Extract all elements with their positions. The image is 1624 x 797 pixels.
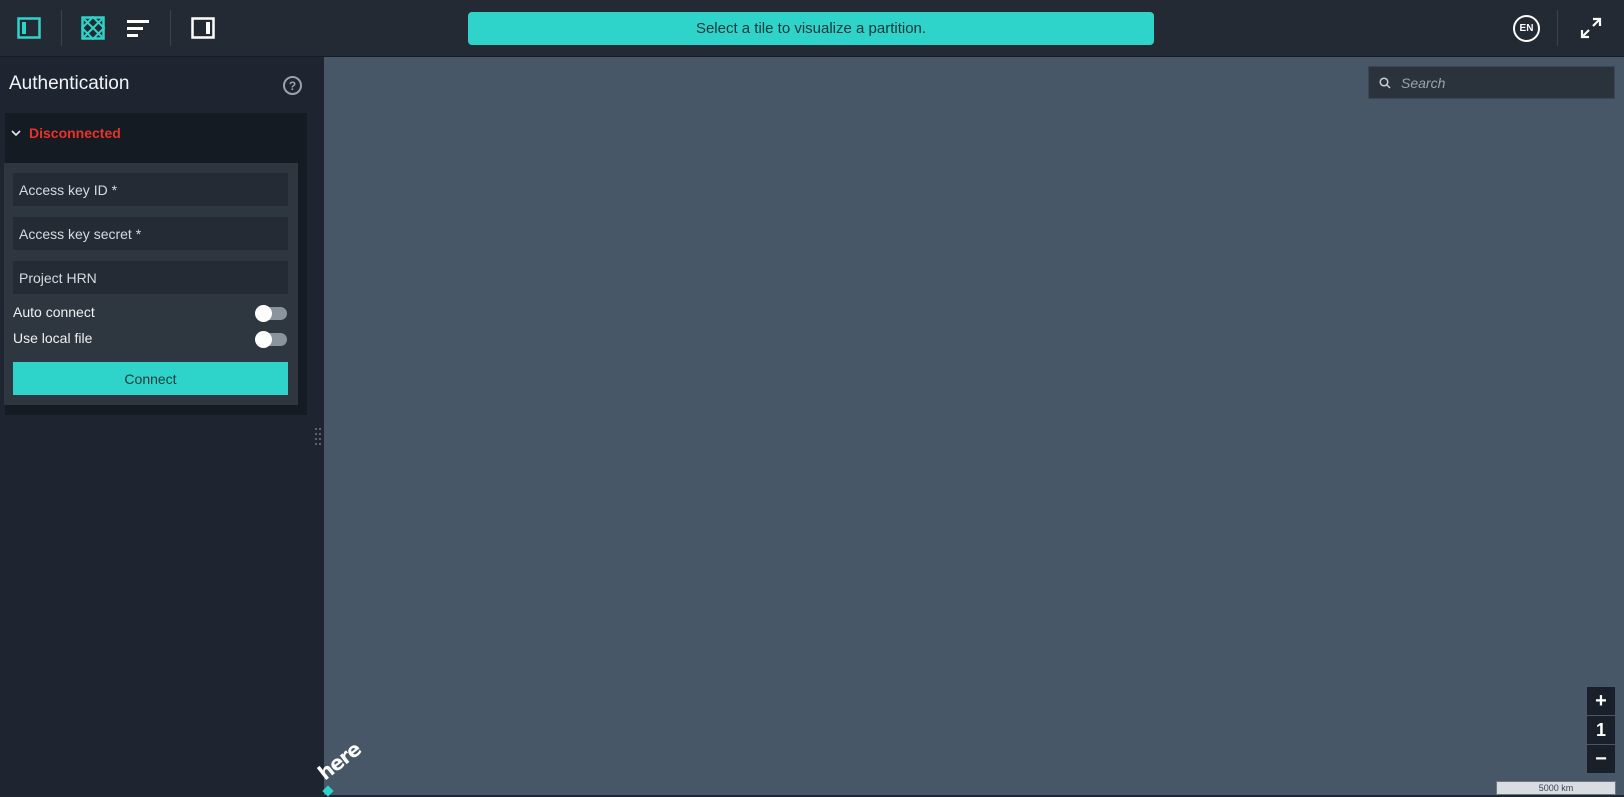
credentials-form: Access key ID * Access key secret * Proj… xyxy=(4,163,298,405)
connect-button[interactable]: Connect xyxy=(13,362,288,395)
toolbar-divider xyxy=(1557,10,1558,46)
connection-status-toggle[interactable]: Disconnected xyxy=(11,125,121,141)
use-local-file-label: Use local file xyxy=(13,330,93,346)
map-search-input[interactable]: Search xyxy=(1368,66,1615,99)
use-local-file-toggle[interactable] xyxy=(255,331,287,348)
toolbar-divider xyxy=(170,10,171,46)
help-icon[interactable]: ? xyxy=(283,76,302,95)
sidebar: Authentication ? Disconnected Access key… xyxy=(0,57,324,795)
zoom-in-button[interactable]: + xyxy=(1587,687,1615,715)
auto-connect-toggle[interactable] xyxy=(255,305,287,322)
search-icon xyxy=(1369,76,1401,89)
right-panel-toggle-icon[interactable] xyxy=(189,14,217,42)
zoom-out-button[interactable]: − xyxy=(1587,745,1615,773)
access-key-id-field[interactable]: Access key ID * xyxy=(13,173,288,206)
map-canvas[interactable]: Search + 1 − here 5000 km xyxy=(313,57,1624,797)
search-placeholder: Search xyxy=(1401,74,1446,91)
language-selector[interactable]: EN xyxy=(1513,15,1540,42)
top-toolbar: Select a tile to visualize a partition. … xyxy=(0,0,1624,57)
layers-list-icon[interactable] xyxy=(124,14,152,42)
tile-grid-icon[interactable] xyxy=(79,14,107,42)
connection-status: Disconnected xyxy=(29,125,121,141)
project-hrn-field[interactable]: Project HRN xyxy=(13,261,288,294)
fullscreen-icon[interactable] xyxy=(1577,14,1605,42)
auto-connect-label: Auto connect xyxy=(13,304,95,320)
chevron-down-icon xyxy=(11,130,21,137)
left-panel-toggle-icon[interactable] xyxy=(15,14,43,42)
map-scale-bar: 5000 km xyxy=(1496,781,1616,795)
toolbar-divider xyxy=(61,10,62,46)
info-banner: Select a tile to visualize a partition. xyxy=(468,12,1154,45)
toggle-knob xyxy=(255,331,272,348)
sidebar-title: Authentication xyxy=(9,73,130,94)
access-key-secret-field[interactable]: Access key secret * xyxy=(13,217,288,250)
sidebar-resize-handle[interactable] xyxy=(314,426,322,446)
zoom-level: 1 xyxy=(1587,716,1615,744)
toggle-knob xyxy=(255,305,272,322)
